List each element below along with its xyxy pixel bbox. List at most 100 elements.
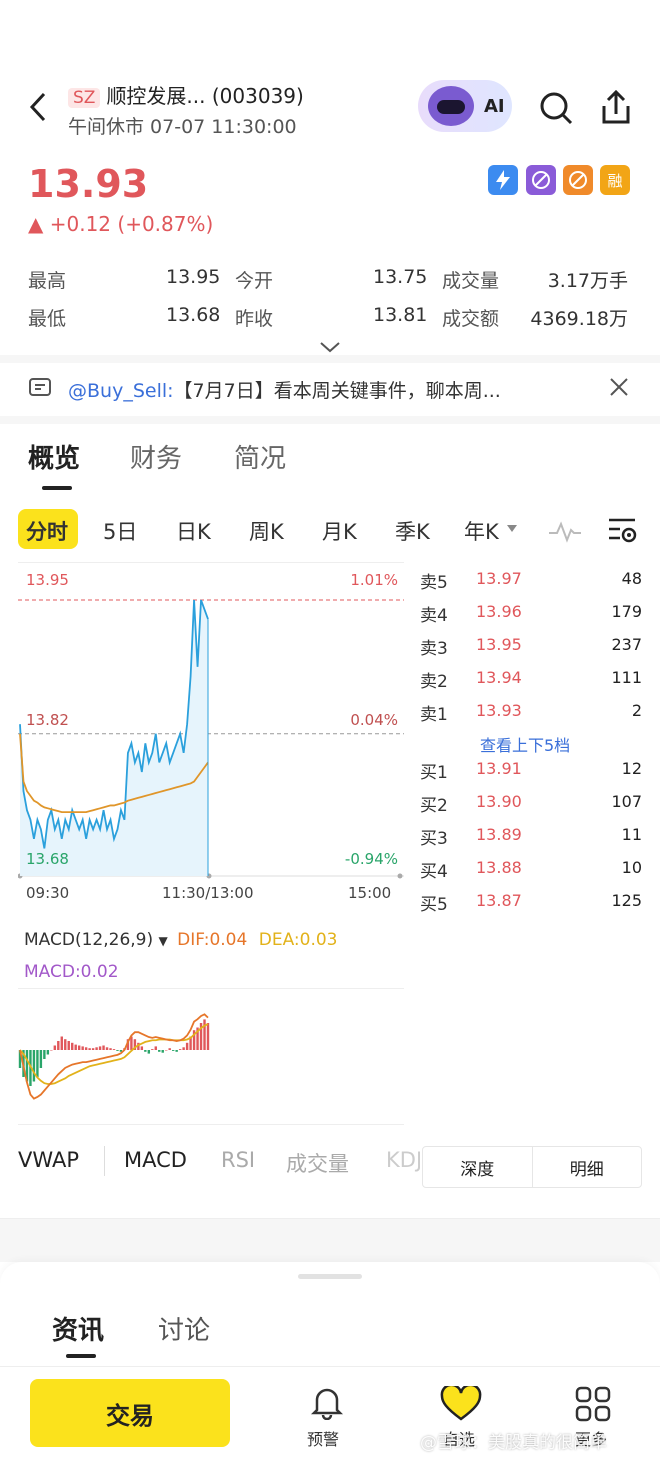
- sell-volume: 48: [621, 569, 642, 588]
- macd-title[interactable]: MACD(12,26,9): [24, 930, 153, 950]
- level-badge[interactable]: [488, 165, 518, 195]
- price-mid-label: 13.82: [26, 711, 69, 729]
- divider: [104, 1146, 105, 1176]
- tab-depth[interactable]: 深度: [423, 1147, 533, 1187]
- time-mid-label: 11:30/13:00: [162, 884, 254, 902]
- macd-chart[interactable]: [18, 990, 404, 1122]
- alert-button[interactable]: 预警: [302, 1384, 352, 1449]
- tab-season-k[interactable]: 季K: [395, 516, 430, 546]
- tab-5day[interactable]: 5日: [103, 516, 137, 546]
- search-icon: [540, 92, 573, 125]
- tab-week-k[interactable]: 周K: [249, 516, 284, 546]
- buy-volume: 125: [611, 891, 642, 910]
- macd-bar: [168, 1048, 171, 1050]
- buy-label: 买3: [420, 829, 448, 849]
- margin-badge[interactable]: 融: [600, 165, 630, 195]
- stock-name: 顺控发展... (003039): [106, 84, 304, 108]
- close-icon: [610, 378, 628, 396]
- ai-button[interactable]: AI: [418, 80, 512, 132]
- dif-line: [19, 1013, 209, 1100]
- search-button[interactable]: [538, 90, 574, 130]
- macd-top-border: [18, 988, 404, 989]
- caret-down-icon: ▼: [158, 934, 168, 948]
- tab-macd[interactable]: MACD: [124, 1148, 187, 1172]
- notice-bar[interactable]: @Buy_Sell:【7月7日】看本周关键事件，聊本周...: [0, 360, 660, 416]
- stat-value: 13.68: [166, 304, 221, 326]
- buy-price: 13.87: [476, 891, 522, 910]
- heart-icon: [440, 1386, 482, 1421]
- stat-value: 13.95: [166, 266, 221, 288]
- sell-label: 卖5: [420, 573, 448, 593]
- trade-button[interactable]: 交易: [30, 1379, 230, 1447]
- divider: [0, 416, 660, 424]
- buy-label: 买4: [420, 862, 448, 882]
- intraday-chart[interactable]: [18, 565, 404, 880]
- news-tab-indicator: [66, 1354, 96, 1358]
- sell-label: 卖3: [420, 639, 448, 659]
- sell-label: 卖2: [420, 672, 448, 692]
- dif-value: DIF:0.04: [177, 930, 248, 950]
- back-button[interactable]: [24, 90, 54, 124]
- macd-bar: [95, 1047, 98, 1050]
- tab-kdj[interactable]: KDJ: [386, 1148, 420, 1172]
- exchange-badge: SZ: [68, 88, 101, 108]
- buy-volume: 11: [621, 825, 642, 844]
- tab-overview[interactable]: 概览: [28, 438, 80, 475]
- macd-bar: [50, 1050, 53, 1051]
- notice-user: @Buy_Sell:: [68, 380, 174, 402]
- chevron-down-icon: [320, 342, 340, 353]
- stat-value: 13.81: [373, 304, 428, 326]
- macd-bar: [182, 1047, 185, 1050]
- macd-bar: [185, 1042, 189, 1050]
- tab-finance[interactable]: 财务: [130, 438, 182, 475]
- buy-price: 13.89: [476, 825, 522, 844]
- tab-discussion[interactable]: 讨论: [158, 1310, 210, 1347]
- tab-intraday[interactable]: 分时: [26, 516, 68, 546]
- bell-icon: [310, 1388, 344, 1420]
- tab-day-k[interactable]: 日K: [176, 516, 211, 546]
- sell-price: 13.94: [476, 668, 522, 687]
- tab-trades[interactable]: 明细: [533, 1147, 642, 1187]
- macd-bar: [109, 1048, 112, 1050]
- stock-title: SZ 顺控发展... (003039): [68, 80, 304, 109]
- tab-vwap[interactable]: VWAP: [18, 1148, 79, 1172]
- tab-news[interactable]: 资讯: [52, 1310, 104, 1347]
- more-levels-link[interactable]: 查看上下5档: [480, 732, 570, 756]
- last-price: 13.93: [28, 162, 149, 206]
- sell-label: 卖4: [420, 606, 448, 626]
- macd-bar: [154, 1046, 157, 1050]
- tab-indicator: [42, 486, 72, 490]
- macd-bar: [60, 1036, 63, 1050]
- tab-profile[interactable]: 简况: [234, 438, 286, 475]
- circle-slash-icon: [569, 171, 587, 189]
- time-end-label: 15:00: [348, 884, 392, 902]
- tab-volume[interactable]: 成交量: [286, 1148, 349, 1178]
- tab-year-k[interactable]: 年K: [464, 516, 499, 546]
- buy-volume: 12: [621, 759, 642, 778]
- macd-bar: [43, 1050, 46, 1059]
- share-icon: [602, 89, 630, 124]
- macd-bar: [203, 1019, 206, 1050]
- macd-bar: [105, 1047, 109, 1050]
- close-notice-button[interactable]: [608, 376, 630, 402]
- macd-bar: [39, 1050, 43, 1068]
- tab-month-k[interactable]: 月K: [322, 516, 357, 546]
- pulse-icon[interactable]: [548, 520, 582, 544]
- time-start-label: 09:30: [26, 884, 70, 902]
- lightning-icon: [496, 170, 510, 190]
- share-button[interactable]: [598, 88, 634, 130]
- stat-label: 今开: [235, 270, 274, 292]
- buy-price: 13.88: [476, 858, 522, 877]
- drag-handle[interactable]: [298, 1274, 362, 1279]
- short-badge[interactable]: [563, 165, 593, 195]
- sell-volume: 111: [611, 668, 642, 687]
- restrict-badge[interactable]: [526, 165, 556, 195]
- buy-label: 买2: [420, 796, 448, 816]
- macd-bar: [77, 1045, 81, 1050]
- macd-bar: [140, 1046, 144, 1050]
- tab-rsi[interactable]: RSI: [221, 1148, 255, 1172]
- settings-icon[interactable]: [606, 516, 638, 546]
- price-low-label: 13.68: [26, 850, 69, 868]
- buy-label: 买1: [420, 763, 448, 783]
- divider: [0, 1366, 660, 1367]
